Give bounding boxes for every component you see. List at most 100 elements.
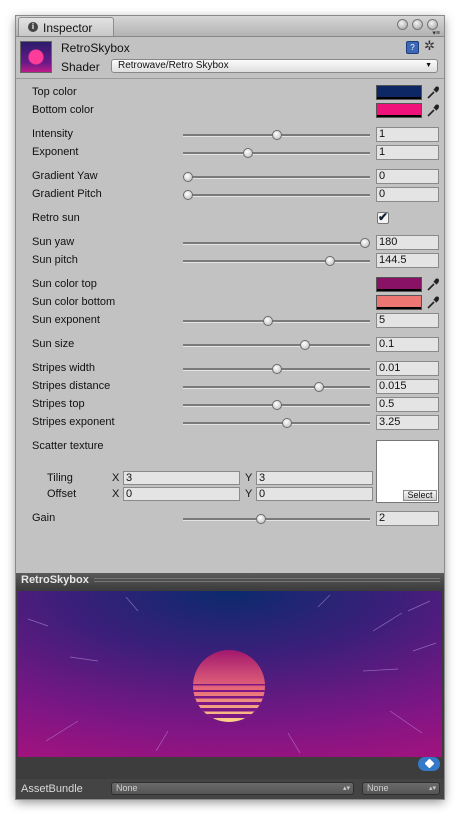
exponent-field[interactable]: 1 [376, 145, 439, 160]
asset-label-tag-icon[interactable] [418, 757, 440, 771]
row-gradient-yaw: Gradient Yaw 0 [16, 169, 444, 185]
gradient-yaw-label: Gradient Yaw [32, 170, 98, 182]
retro-sun-label: Retro sun [32, 212, 80, 224]
tiling-y-field[interactable]: 3 [256, 471, 373, 485]
offset-y-field[interactable]: 0 [256, 487, 373, 501]
sun-yaw-field[interactable]: 180 [376, 235, 439, 250]
maximize-button[interactable] [411, 19, 423, 30]
slider-knob[interactable] [360, 238, 370, 248]
stripes-top-field[interactable]: 0.5 [376, 397, 439, 412]
stripes-exponent-field[interactable]: 3.25 [376, 415, 439, 430]
stripes-distance-field[interactable]: 0.015 [376, 379, 439, 394]
row-stripes-width: Stripes width 0.01 [16, 361, 444, 377]
resize-grip[interactable] [94, 578, 440, 584]
slider-knob[interactable] [313, 382, 324, 392]
sun-color-top-swatch[interactable] [376, 277, 422, 292]
eyedropper-icon[interactable] [426, 277, 440, 292]
slider-knob[interactable] [324, 256, 335, 266]
sun-color-bottom-swatch[interactable] [376, 295, 422, 310]
gain-label: Gain [32, 512, 56, 524]
slider-knob[interactable] [183, 190, 193, 200]
sun-size-label: Sun size [32, 338, 75, 350]
row-retro-sun: Retro sun ✔ [16, 210, 444, 227]
shader-dropdown[interactable]: Retrowave/Retro Skybox ▼ [111, 59, 438, 73]
slider-knob[interactable] [243, 148, 254, 158]
bottom-color-swatch[interactable] [376, 103, 422, 118]
offset-y-label: Y [245, 488, 253, 500]
slider-knob[interactable] [262, 316, 273, 326]
top-color-label: Top color [32, 86, 77, 98]
tab-inspector[interactable]: i Inspector [18, 17, 114, 36]
slider-knob[interactable] [299, 340, 310, 350]
gradient-pitch-label: Gradient Pitch [32, 188, 102, 200]
up-down-arrows-icon: ▴▾ [342, 785, 350, 792]
intensity-label: Intensity [32, 128, 73, 140]
tiling-x-field[interactable]: 3 [123, 471, 240, 485]
help-book-icon[interactable]: ? [406, 41, 419, 54]
gradient-yaw-field[interactable]: 0 [376, 169, 439, 184]
slider-knob[interactable] [282, 418, 293, 428]
eyedropper-icon[interactable] [426, 85, 440, 100]
eyedropper-icon[interactable] [426, 103, 440, 118]
slider-knob[interactable] [271, 400, 282, 410]
stripes-width-field[interactable]: 0.01 [376, 361, 439, 376]
intensity-slider[interactable] [183, 127, 370, 143]
bottom-color-label: Bottom color [32, 104, 94, 116]
retro-sun-checkbox[interactable]: ✔ [377, 210, 389, 224]
sun-exponent-slider[interactable] [183, 313, 370, 329]
material-name: RetroSkybox [61, 41, 130, 55]
row-sun-color-top: Sun color top [16, 277, 444, 293]
stripes-width-slider[interactable] [183, 361, 370, 377]
asset-variant-dropdown[interactable]: None ▴▾ [362, 782, 440, 795]
skybox-preview[interactable] [16, 589, 444, 785]
slider-knob[interactable] [271, 364, 282, 374]
stripes-exponent-slider[interactable] [183, 415, 370, 431]
checkmark-icon: ✔ [378, 210, 389, 224]
stripes-distance-slider[interactable] [183, 379, 370, 395]
sun-size-slider[interactable] [183, 337, 370, 353]
preview-header[interactable]: RetroSkybox [16, 573, 444, 589]
shader-label: Shader [61, 60, 100, 74]
minimize-button[interactable] [396, 19, 408, 30]
sun-pitch-field[interactable]: 144.5 [376, 253, 439, 268]
slider-knob[interactable] [255, 514, 266, 524]
sun-size-field[interactable]: 0.1 [376, 337, 439, 352]
tiling-label: Tiling [47, 472, 73, 484]
preview-title: RetroSkybox [21, 574, 89, 586]
slider-knob[interactable] [183, 172, 193, 182]
texture-select-button[interactable]: Select [403, 490, 437, 501]
exponent-slider[interactable] [183, 145, 370, 161]
row-sun-size: Sun size 0.1 [16, 337, 444, 353]
asset-bundle-dropdown[interactable]: None ▴▾ [111, 782, 354, 795]
gain-field[interactable]: 2 [376, 511, 439, 526]
asset-bundle-bar: AssetBundle None ▴▾ None ▴▾ [16, 779, 444, 799]
intensity-field[interactable]: 1 [376, 127, 439, 142]
sun-pitch-slider[interactable] [183, 253, 370, 269]
stripes-width-label: Stripes width [32, 362, 95, 374]
sun-yaw-slider[interactable] [183, 235, 370, 251]
offset-x-field[interactable]: 0 [123, 487, 240, 501]
gradient-pitch-field[interactable]: 0 [376, 187, 439, 202]
sun-exponent-label: Sun exponent [32, 314, 100, 326]
row-sun-color-bottom: Sun color bottom [16, 295, 444, 311]
stripes-top-slider[interactable] [183, 397, 370, 413]
sun-color-top-label: Sun color top [32, 278, 97, 290]
row-bottom-color: Bottom color [16, 103, 444, 119]
tab-menu-icon[interactable]: ▾≡ [432, 29, 440, 37]
gain-slider[interactable] [183, 511, 370, 527]
row-stripes-exponent: Stripes exponent 3.25 [16, 415, 444, 431]
stripes-distance-label: Stripes distance [32, 380, 111, 392]
tiling-y-label: Y [245, 472, 253, 484]
asset-bundle-value: None [116, 783, 138, 793]
gradient-yaw-slider[interactable] [183, 169, 370, 185]
row-sun-exponent: Sun exponent 5 [16, 313, 444, 329]
gear-icon[interactable]: ✲ [424, 38, 435, 54]
sun-exponent-field[interactable]: 5 [376, 313, 439, 328]
gradient-pitch-slider[interactable] [183, 187, 370, 203]
eyedropper-icon[interactable] [426, 295, 440, 310]
offset-x-label: X [112, 488, 120, 500]
scatter-texture-slot[interactable]: Select [376, 440, 439, 503]
asset-variant-value: None [367, 783, 389, 793]
slider-knob[interactable] [271, 130, 282, 140]
top-color-swatch[interactable] [376, 85, 422, 100]
